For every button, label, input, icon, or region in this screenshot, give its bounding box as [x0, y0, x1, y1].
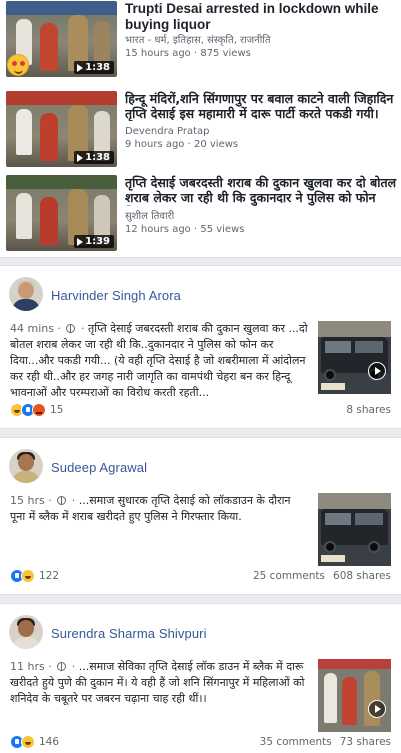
- reaction-count[interactable]: 15: [50, 404, 63, 416]
- share-count[interactable]: 73 shares: [340, 736, 391, 748]
- post-video-thumbnail[interactable]: [318, 659, 391, 732]
- globe-icon: [57, 662, 67, 671]
- post-text-content: तृप्ति देसाई जबरदस्ती शराब की दुकान खुलव…: [10, 322, 308, 399]
- video-title[interactable]: तृप्ति देसाई जबरदस्ती शराब की दुकान खुलव…: [125, 175, 397, 206]
- reactions[interactable]: 15: [10, 403, 63, 417]
- video-stats: 12 hours ago · 55 views: [125, 224, 245, 235]
- video-results-card: 1:38 Trupti Desai arrested in lockdown w…: [0, 0, 401, 258]
- post-text: 44 mins · · तृप्ति देसाई जबरदस्ती शराब क…: [10, 322, 308, 399]
- comment-count[interactable]: 35 comments: [260, 736, 332, 748]
- angry-reaction-icon: [32, 403, 46, 417]
- globe-icon: [57, 496, 67, 505]
- video-result[interactable]: 1:38 हिन्दू मंदिरों,शनि सिंगणापुर पर बवा…: [6, 91, 396, 167]
- post-time[interactable]: 44 mins: [10, 322, 54, 335]
- video-duration: 1:38: [74, 61, 114, 74]
- avatar[interactable]: [9, 615, 43, 649]
- post-author[interactable]: Surendra Sharma Shivpuri: [51, 626, 207, 641]
- reaction-count[interactable]: 146: [39, 736, 59, 748]
- video-thumbnail[interactable]: 1:38: [6, 1, 117, 77]
- play-icon: [77, 63, 84, 72]
- play-icon[interactable]: [368, 700, 386, 718]
- video-result[interactable]: 1:38 Trupti Desai arrested in lockdown w…: [6, 1, 396, 77]
- globe-icon: [66, 324, 76, 333]
- video-channel[interactable]: Devendra Pratap: [125, 125, 397, 138]
- video-title[interactable]: Trupti Desai arrested in lockdown while …: [125, 1, 397, 32]
- avatar[interactable]: [9, 449, 43, 483]
- play-icon: [77, 153, 84, 162]
- video-channel[interactable]: भारत - धर्म, इतिहास, संस्कृति, राजनीति: [125, 34, 397, 47]
- post-card: Sudeep Agrawal 15 hrs · · ...समाज सुधारक…: [0, 437, 401, 595]
- duration-label: 1:38: [85, 152, 110, 163]
- video-title[interactable]: हिन्दू मंदिरों,शनि सिंगणापुर पर बवाल काट…: [125, 91, 397, 121]
- video-duration: 1:39: [74, 235, 114, 248]
- post-footer: 122 25 comments 608 shares: [10, 569, 391, 583]
- reactions[interactable]: 146: [10, 735, 59, 749]
- play-icon[interactable]: [368, 362, 386, 380]
- avatar[interactable]: [9, 277, 43, 311]
- reactions[interactable]: 122: [10, 569, 59, 583]
- play-icon: [77, 237, 84, 246]
- post-text: 11 hrs · · ...समाज सेविका तृप्ति देसाई ल…: [10, 660, 305, 705]
- video-thumbnail[interactable]: 1:38: [6, 91, 117, 167]
- post-footer: 15 8 shares: [10, 403, 391, 417]
- post-time[interactable]: 15 hrs: [10, 494, 45, 507]
- post-card: Surendra Sharma Shivpuri 11 hrs · · ...स…: [0, 603, 401, 753]
- video-stats: 9 hours ago · 20 views: [125, 139, 239, 150]
- reaction-count[interactable]: 122: [39, 570, 59, 582]
- duration-label: 1:38: [85, 62, 110, 73]
- post-author[interactable]: Harvinder Singh Arora: [51, 288, 181, 303]
- post-card: Harvinder Singh Arora 44 mins · · तृप्ति…: [0, 265, 401, 429]
- haha-reaction-icon: [21, 735, 35, 749]
- post-text: 15 hrs · · ...समाज सुधारक तृप्ति देसाई क…: [10, 494, 291, 523]
- video-thumbnail[interactable]: 1:39: [6, 175, 117, 251]
- post-footer: 146 35 comments 73 shares: [10, 735, 391, 749]
- video-result[interactable]: 1:39 तृप्ति देसाई जबरदस्ती शराब की दुकान…: [6, 175, 396, 251]
- heart-eyes-emoji-icon: [7, 54, 29, 76]
- video-duration: 1:38: [74, 151, 114, 164]
- post-author[interactable]: Sudeep Agrawal: [51, 460, 147, 475]
- comment-count[interactable]: 25 comments: [253, 570, 325, 582]
- post-time[interactable]: 11 hrs: [10, 660, 45, 673]
- video-channel[interactable]: सुशील तिवारी: [125, 210, 397, 223]
- share-count[interactable]: 608 shares: [333, 570, 391, 582]
- post-video-thumbnail[interactable]: [318, 493, 391, 566]
- post-video-thumbnail[interactable]: [318, 321, 391, 394]
- duration-label: 1:39: [85, 236, 110, 247]
- share-count[interactable]: 8 shares: [346, 404, 391, 416]
- haha-reaction-icon: [21, 569, 35, 583]
- video-stats: 15 hours ago · 875 views: [125, 48, 251, 59]
